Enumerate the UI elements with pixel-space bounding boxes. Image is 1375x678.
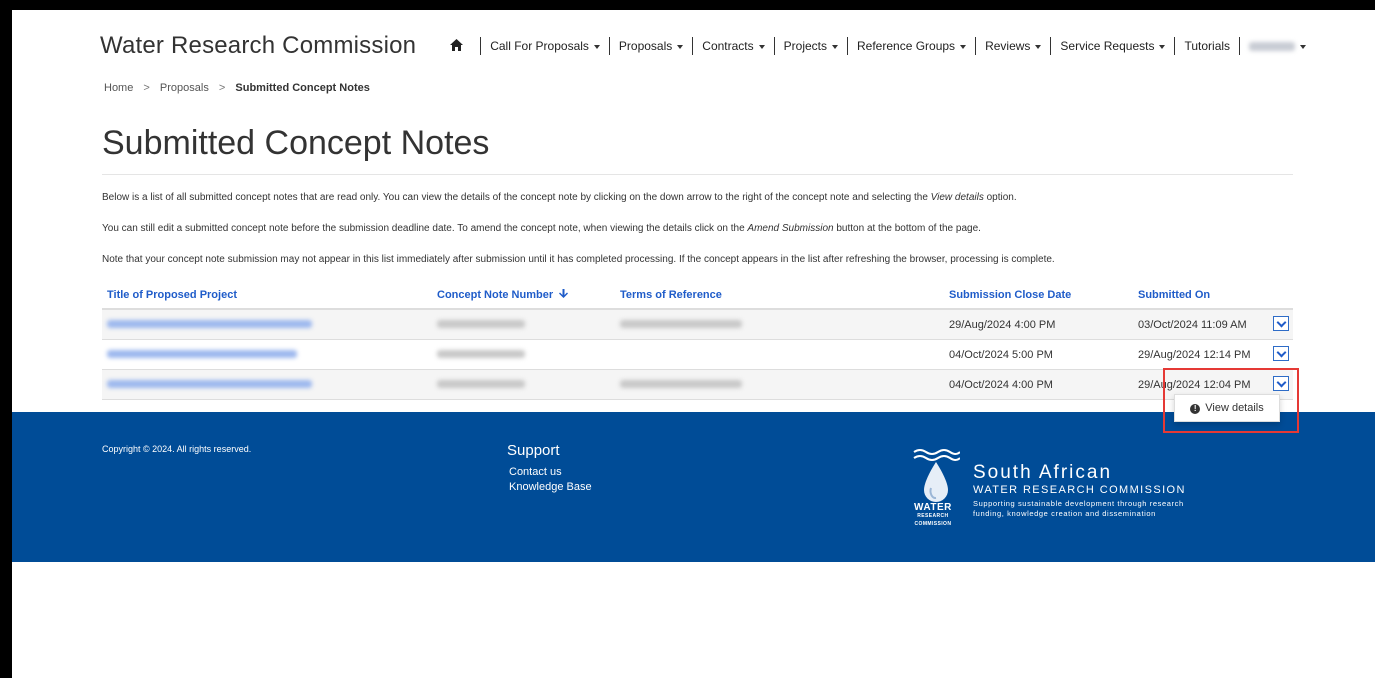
arrow-down-icon [559,289,569,298]
nav-projects[interactable]: Projects [784,39,838,53]
submitted-on: 29/Aug/2024 12:14 PM [1138,349,1251,361]
page-title: Submitted Concept Notes [102,124,490,162]
project-title-link[interactable] [107,319,312,331]
row-dropdown-toggle[interactable] [1273,316,1289,331]
nav-divider [608,37,610,55]
home-icon[interactable] [442,38,471,54]
title-divider [102,174,1293,175]
nav-divider [692,37,694,55]
main-nav: Call For Proposals Proposals Contracts P… [442,37,1307,55]
copyright-text: Copyright © 2024. All rights reserved. [102,444,252,454]
intro-paragraph-2: You can still edit a submitted concept n… [102,223,981,234]
concept-note-number [437,319,525,331]
caret-down-icon [1159,44,1166,49]
nav-divider [1174,37,1176,55]
breadcrumb-home[interactable]: Home [104,82,133,94]
caret-down-icon [832,44,838,49]
breadcrumb-separator: > [218,82,226,94]
chevron-down-icon [1276,317,1286,327]
project-title-link[interactable] [107,349,297,361]
logo-tagline-1: Supporting sustainable development throu… [973,499,1184,508]
nav-call-for-proposals[interactable]: Call For Proposals [490,39,600,53]
caret-down-icon [1300,44,1307,49]
caret-down-icon [677,44,684,49]
submitted-on: 03/Oct/2024 11:09 AM [1138,319,1247,331]
logo-subtitle: WATER RESEARCH COMMISSION [973,484,1186,496]
table-row: 04/Oct/2024 5:00 PM 29/Aug/2024 12:14 PM [102,340,1293,370]
top-navbar: Water Research Commission Call For Propo… [100,30,1307,62]
col-number-header[interactable]: Concept Note Number [437,289,569,301]
nav-service-requests[interactable]: Service Requests [1060,39,1166,53]
table-header: Title of Proposed Project Concept Note N… [102,286,1293,310]
nav-contracts[interactable]: Contracts [702,39,765,53]
nav-divider [847,37,848,55]
nav-divider [1050,37,1052,55]
table-row: 29/Aug/2024 4:00 PM 03/Oct/2024 11:09 AM [102,310,1293,340]
concept-note-number [437,379,525,391]
contact-us-link[interactable]: Contact us [509,466,562,478]
terms-of-reference [620,319,742,331]
browser-viewport: Water Research Commission Call For Propo… [12,10,1375,678]
caret-down-icon [960,44,967,49]
highlight-box [1163,368,1299,433]
col-terms-header[interactable]: Terms of Reference [620,289,722,301]
breadcrumb-proposals[interactable]: Proposals [160,82,209,94]
caret-down-icon [593,44,600,49]
nav-reviews[interactable]: Reviews [985,39,1042,53]
caret-down-icon [758,44,765,49]
nav-divider [975,37,977,55]
intro-paragraph-1: Below is a list of all submitted concept… [102,192,1017,203]
site-footer: Copyright © 2024. All rights reserved. S… [12,412,1375,562]
close-date: 04/Oct/2024 4:00 PM [949,379,1053,391]
col-title-header[interactable]: Title of Proposed Project [107,289,237,301]
close-date: 04/Oct/2024 5:00 PM [949,349,1053,361]
wrc-badge: WATER RESEARCH COMMISSION [914,502,952,528]
nav-user-menu[interactable] [1249,39,1307,53]
col-close-date-header[interactable]: Submission Close Date [949,289,1071,301]
nav-divider [480,37,482,55]
breadcrumb-current: Submitted Concept Notes [235,82,370,94]
chevron-down-icon [1276,347,1286,357]
breadcrumb-separator: > [143,82,150,94]
wrc-logo-icon [913,449,960,502]
nav-reference-groups[interactable]: Reference Groups [857,39,967,53]
row-dropdown-toggle[interactable] [1273,346,1289,361]
nav-divider [773,37,775,55]
support-heading: Support [507,442,560,459]
nav-tutorials[interactable]: Tutorials [1184,39,1230,53]
logo-title: South African [973,462,1113,483]
col-submitted-on-header[interactable]: Submitted On [1138,289,1210,301]
nav-proposals[interactable]: Proposals [619,39,684,53]
redacted-username [1249,42,1296,52]
logo-tagline-2: funding, knowledge creation and dissemin… [973,509,1156,518]
intro-paragraph-3: Note that your concept note submission m… [102,254,1055,265]
concept-note-number [437,349,525,361]
brand-title[interactable]: Water Research Commission [100,32,416,60]
terms-of-reference [620,379,742,391]
breadcrumb: Home > Proposals > Submitted Concept Not… [104,82,370,94]
close-date: 29/Aug/2024 4:00 PM [949,319,1056,331]
project-title-link[interactable] [107,379,312,391]
knowledge-base-link[interactable]: Knowledge Base [509,481,592,493]
caret-down-icon [1035,44,1042,49]
nav-divider [1239,37,1241,55]
table-row: 04/Oct/2024 4:00 PM 29/Aug/2024 12:04 PM [102,370,1293,400]
